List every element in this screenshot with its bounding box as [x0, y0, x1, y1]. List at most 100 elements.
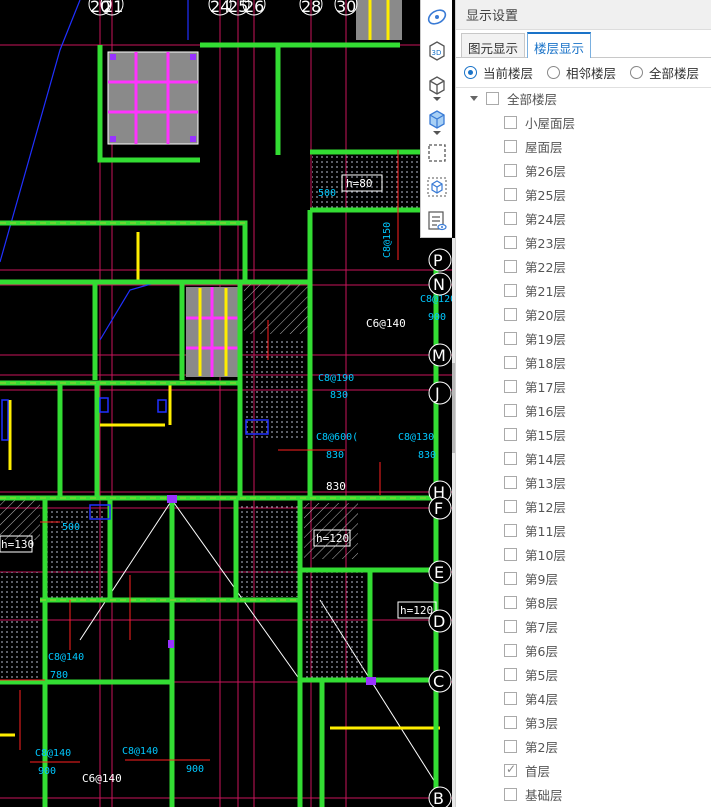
checkbox[interactable] — [504, 187, 517, 201]
floor-item[interactable]: 第19层 — [456, 326, 711, 350]
checkbox[interactable] — [504, 379, 517, 393]
cad-label: h=120 — [400, 604, 433, 617]
floor-item[interactable]: 第8层 — [456, 590, 711, 614]
display-settings-button[interactable] — [421, 204, 453, 238]
floor-item[interactable]: 第5层 — [456, 662, 711, 686]
checkbox[interactable] — [504, 499, 517, 513]
checkbox[interactable] — [504, 547, 517, 561]
checkbox[interactable] — [504, 163, 517, 177]
select-region-icon — [428, 144, 446, 162]
floor-item[interactable]: 第3层 — [456, 710, 711, 734]
floor-item[interactable]: 第2层 — [456, 734, 711, 758]
radio-adjacent-floor[interactable]: 相邻楼层 — [547, 63, 616, 82]
chevron-down-icon[interactable] — [433, 97, 441, 101]
checkbox[interactable] — [504, 259, 517, 273]
floor-item[interactable]: 第6层 — [456, 638, 711, 662]
floor-item[interactable]: 第10层 — [456, 542, 711, 566]
floor-label: 第5层 — [525, 667, 558, 683]
radio-all-floors[interactable]: 全部楼层 — [630, 63, 699, 82]
floor-item[interactable]: 第20层 — [456, 302, 711, 326]
checkbox[interactable] — [504, 403, 517, 417]
floor-item[interactable]: 基础层 — [456, 782, 711, 806]
cad-label: C8@140 — [122, 746, 158, 757]
cube-view-icon — [429, 76, 445, 95]
checkbox[interactable] — [504, 475, 517, 489]
checkbox[interactable] — [504, 115, 517, 129]
floor-item[interactable]: 第18层 — [456, 350, 711, 374]
checkbox[interactable] — [504, 523, 517, 537]
floor-item[interactable]: 屋面层 — [456, 134, 711, 158]
checkbox[interactable] — [504, 571, 517, 585]
cube-outline-button[interactable] — [421, 170, 453, 204]
floor-item[interactable]: 首层 — [456, 758, 711, 782]
cad-label: 500 — [62, 522, 80, 533]
checkbox[interactable] — [504, 715, 517, 729]
floor-item[interactable]: 第7层 — [456, 614, 711, 638]
checkbox[interactable] — [504, 307, 517, 321]
cad-canvas[interactable]: C6@140 C8@190 830 C8@600( C8@130 830 830… — [0, 0, 455, 807]
cad-drawing[interactable]: C6@140 C8@190 830 C8@600( C8@130 830 830… — [0, 0, 455, 807]
floor-item[interactable]: 第15层 — [456, 422, 711, 446]
orbit-view-icon — [427, 9, 447, 25]
tree-root-all-floors[interactable]: 全部楼层 — [456, 86, 711, 110]
select-region-button[interactable] — [421, 136, 453, 170]
checkbox[interactable] — [486, 91, 499, 105]
tree-label: 全部楼层 — [507, 91, 558, 107]
floor-item[interactable]: 小屋面层 — [456, 110, 711, 134]
floor-item[interactable]: 第23层 — [456, 230, 711, 254]
checkbox[interactable] — [504, 283, 517, 297]
floor-item[interactable]: 第16层 — [456, 398, 711, 422]
cad-label: C8@120 — [420, 294, 455, 305]
checkbox[interactable] — [504, 691, 517, 705]
radio-unchecked-icon — [547, 66, 561, 79]
checkbox[interactable] — [504, 139, 517, 153]
dot-zone — [304, 572, 366, 682]
checkbox[interactable] — [504, 595, 517, 609]
chevron-down-icon[interactable] — [470, 95, 478, 101]
panel-tabs: 图元显示 楼层显示 — [456, 32, 711, 58]
floor-item[interactable]: 第21层 — [456, 278, 711, 302]
checkbox[interactable] — [504, 762, 517, 777]
cube-filled-icon — [429, 110, 445, 129]
floor-item[interactable]: 第22层 — [456, 254, 711, 278]
checkbox[interactable] — [504, 211, 517, 225]
orbit-view-button[interactable] — [421, 0, 453, 34]
floor-item[interactable]: 第25层 — [456, 182, 711, 206]
floor-label: 第11层 — [525, 523, 566, 539]
radio-checked-icon — [464, 66, 477, 79]
floor-label: 第23层 — [525, 235, 566, 251]
cad-label: C8@140 — [48, 652, 84, 663]
checkbox[interactable] — [504, 331, 517, 345]
checkbox[interactable] — [504, 643, 517, 657]
checkbox[interactable] — [504, 355, 517, 369]
floor-label: 第9层 — [525, 571, 558, 587]
cube-view-button[interactable] — [421, 68, 453, 102]
floor-item[interactable]: 第24层 — [456, 206, 711, 230]
radio-current-floor[interactable]: 当前楼层 — [464, 63, 533, 82]
checkbox[interactable] — [504, 787, 517, 801]
checkbox[interactable] — [504, 667, 517, 681]
tab-element-display[interactable]: 图元显示 — [461, 33, 526, 57]
checkbox[interactable] — [504, 739, 517, 753]
floor-item[interactable]: 第11层 — [456, 518, 711, 542]
floor-item[interactable]: 第14层 — [456, 446, 711, 470]
floor-item[interactable]: 第13层 — [456, 470, 711, 494]
floor-item[interactable]: 第9层 — [456, 566, 711, 590]
cube-filled-button[interactable] — [421, 102, 453, 136]
floor-item[interactable]: 第26层 — [456, 158, 711, 182]
cube-outline-icon — [427, 177, 447, 197]
checkbox[interactable] — [504, 619, 517, 633]
tab-floor-display[interactable]: 楼层显示 — [527, 32, 592, 58]
checkbox[interactable] — [504, 451, 517, 465]
floor-item[interactable]: 第17层 — [456, 374, 711, 398]
floor-label: 第12层 — [525, 499, 566, 515]
axis-bubbles-right: P N M J H F E D C B — [428, 248, 452, 807]
app-window: C6@140 C8@190 830 C8@600( C8@130 830 830… — [0, 0, 711, 807]
cad-label: C8@190 — [318, 373, 354, 384]
chevron-down-icon[interactable] — [433, 131, 441, 135]
checkbox[interactable] — [504, 427, 517, 441]
checkbox[interactable] — [504, 235, 517, 249]
floor-item[interactable]: 第4层 — [456, 686, 711, 710]
floor-item[interactable]: 第12层 — [456, 494, 711, 518]
3d-view-button[interactable]: 3D — [421, 34, 453, 68]
